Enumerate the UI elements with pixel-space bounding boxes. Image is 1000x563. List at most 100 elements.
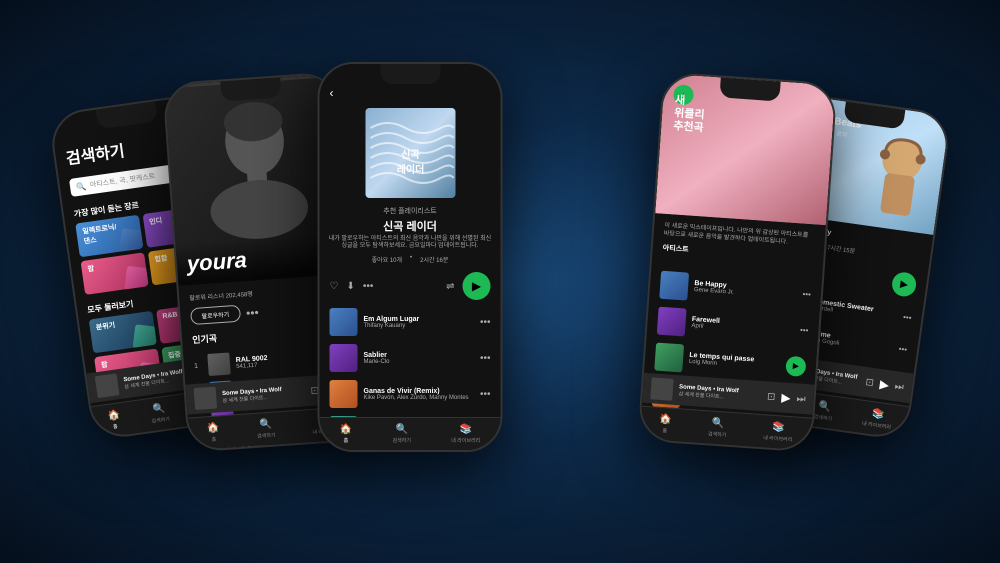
heart-icon[interactable]: ♡ [330,281,339,292]
track-controls: ▶ [785,355,806,376]
search-placeholder: 아티스트, 곡, 팟캐스트 [89,171,156,190]
nav-library[interactable]: 📚 내 라이브러리 [763,421,793,443]
track-thumbnail [657,306,687,336]
svg-text:신곡: 신곡 [401,148,419,161]
more-icon[interactable]: ••• [800,325,809,335]
phone-playlist: ‹ [318,62,503,452]
playlist-stats: 좋아요 10개 • 2시간 16분 [320,251,501,268]
playlist-controls: ♡ ⬇ ••• ⇌ ▶ [320,268,501,304]
track-controls: ••• [800,325,809,335]
now-playing-info: Some Days • Ira Wolf 삼 세계 찬물 다이트... [123,368,187,390]
bottom-nav: 🏠 홈 🔍 검색하기 📚 내 라이브러리 [320,417,501,450]
now-playing-thumb [194,386,217,409]
nav-home[interactable]: 🏠 홈 [340,424,352,444]
track-thumbnail [207,352,230,375]
weekly-title: 새위클리추천곡 [673,94,706,136]
track-thumbnail [654,342,684,372]
next-icon[interactable]: ⏭ [894,380,904,392]
home-icon: 🏠 [659,413,672,425]
home-icon: 🏠 [107,409,121,422]
nav-search[interactable]: 🔍 검색하기 [149,402,170,424]
playlist-subtitle: 추천 플레이리스트 [320,206,501,216]
search-icon: 🔍 [711,417,724,429]
more-icon[interactable]: ••• [363,281,374,292]
track-info: Em Algum Lugar Thifany Kauany [364,316,474,329]
list-item[interactable]: Em Algum Lugar Thifany Kauany ••• [320,304,501,340]
list-item[interactable]: Ganas de Vivir (Remix) Kike Pavón, Alex … [320,376,501,412]
left-controls: ♡ ⬇ ••• [330,281,374,292]
list-item[interactable]: Sablier Marie-Clo ••• [320,340,501,376]
search-icon: 🔍 [76,181,87,191]
svg-text:레이더: 레이더 [396,163,424,176]
track-thumbnail [330,344,358,372]
now-playing-thumb [95,373,120,398]
back-button[interactable]: ‹ [330,86,334,100]
track-info: Be Happy Gene Evaro Jr. [694,280,797,300]
library-icon: 📚 [460,424,472,435]
play-button[interactable]: ▶ [785,355,806,376]
playback-controls: ⊡ ▶ ⏭ [767,389,807,406]
artist-name: youra [186,241,338,277]
follow-button[interactable]: 팔로우하기 [190,305,241,325]
playlist-description: 내가 팔로우하는 아티스트의 최신 음악과 나만을 위해 선별된 최신 싱글을 … [320,236,501,252]
nav-home[interactable]: 🏠 홈 [107,409,122,431]
search-icon: 🔍 [818,400,832,413]
genre-img [119,228,143,255]
track-info: Sablier Marie-Clo [364,352,474,365]
nav-search[interactable]: 🔍 검색하기 [813,400,834,422]
more-icon[interactable]: ••• [898,343,908,353]
track-info: Farewell April [691,316,794,336]
library-icon: 📚 [772,421,785,433]
search-icon: 🔍 [395,424,407,435]
download-icon[interactable]: ⬇ [346,281,354,292]
play-icon[interactable]: ▶ [879,376,890,391]
weekly-badge-text: 새위클리추천곡 [673,94,706,136]
weekly-cover: ♪ 새위클리추천곡 [655,73,835,225]
play-button[interactable]: ▶ [463,272,491,300]
devices-icon[interactable]: ⊡ [767,390,776,402]
track-thumbnail [330,380,358,408]
nav-home[interactable]: 🏠 홈 [207,422,221,443]
nav-search[interactable]: 🔍 검색하기 [393,424,411,444]
nav-search[interactable]: 🔍 검색하기 [256,418,276,439]
now-playing-thumb [650,377,673,400]
playback-controls: ⊡ ▶ ⏭ [865,374,905,393]
nav-search[interactable]: 🔍 검색하기 [708,417,728,438]
phones-container: 검색하기 🔍 아티스트, 곡, 팟캐스트 가장 많이 듣는 장르 일렉트로닉/댄… [20,22,980,542]
play-icon[interactable]: ▶ [781,390,791,405]
devices-icon[interactable]: ⊡ [865,376,875,388]
track-info: RAL 9002 541,117 [236,350,329,369]
now-playing-info: Some Days • Ira Wolf 삼 세계 찬물 다이트... [678,383,761,402]
track-info: Le temps qui passe Loig Morin [689,352,781,371]
next-icon[interactable]: ⏭ [796,392,806,404]
more-icon[interactable]: ••• [480,389,491,400]
home-icon: 🏠 [340,424,352,435]
search-icon: 🔍 [259,418,272,430]
track-controls: ••• [802,289,811,299]
track-info: Ganas de Vivir (Remix) Kike Pavón, Alex … [364,388,474,401]
shuffle-icon[interactable]: ⇌ [446,281,454,292]
play-button[interactable]: ▶ [891,270,918,297]
playlist-main-title: 신곡 레이더 [320,218,501,234]
more-icon[interactable]: ••• [802,289,811,299]
now-playing-info: Some Days • Ira Wolf 삼 세계 찬물 다이트... [222,384,305,403]
more-icon[interactable]: ••• [480,353,491,364]
genre-pop[interactable]: 팝 [81,252,149,295]
track-thumbnail [659,270,689,300]
more-options-icon[interactable]: ••• [246,305,260,320]
track-thumbnail [330,308,358,336]
more-icon[interactable]: ••• [480,317,491,328]
home-icon: 🏠 [207,422,220,434]
track-info: Chime Alan Gogoli [808,329,894,354]
more-icon[interactable]: ••• [903,312,913,322]
track-info: Domestic Sweater Wardell [813,297,899,322]
nav-home[interactable]: 🏠 홈 [658,413,672,434]
library-icon: 📚 [871,408,885,421]
genre-img [124,265,148,292]
search-nav-icon: 🔍 [152,402,166,415]
phone-weekly: ♪ 새위클리추천곡 이 새로운 믹스테이프입니다. 나만의 위 감상된 아티스트… [637,71,837,452]
genre-img [132,324,156,351]
nav-library[interactable]: 📚 내 라이브러리 [862,407,894,431]
playlist-cover: 신곡 레이더 [365,108,455,198]
nav-library[interactable]: 📚 내 라이브러리 [451,424,480,444]
